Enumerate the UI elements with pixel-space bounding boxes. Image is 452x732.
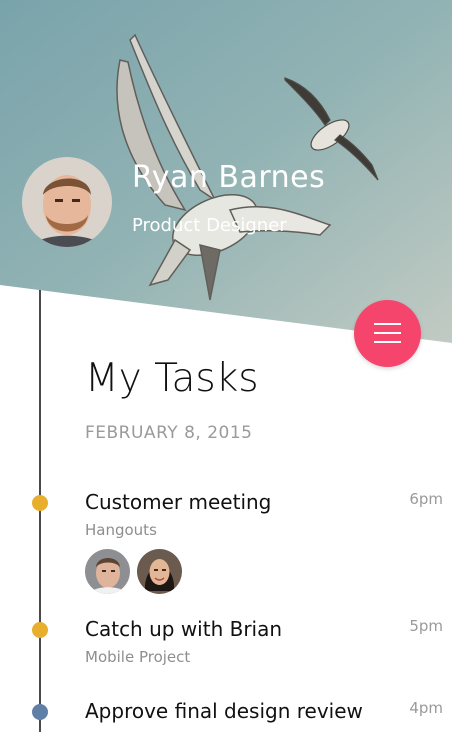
menu-button[interactable] — [354, 300, 421, 367]
attendee-avatar[interactable] — [85, 549, 130, 594]
timeline-dot — [32, 622, 48, 638]
attendee-avatar[interactable] — [137, 549, 182, 594]
timeline-dot — [32, 495, 48, 511]
profile-avatar[interactable] — [22, 157, 112, 247]
profile-name: Ryan Barnes — [132, 160, 326, 195]
page-title: My Tasks — [85, 356, 259, 401]
hamburger-menu-icon — [374, 341, 401, 343]
task-subtitle: Mobile Project — [85, 648, 191, 666]
task-title[interactable]: Catch up with Brian — [85, 617, 282, 641]
task-time: 5pm — [409, 617, 443, 635]
timeline-dot — [32, 704, 48, 720]
hamburger-menu-icon — [374, 332, 401, 334]
hamburger-menu-icon — [374, 323, 401, 325]
page-date: FEBRUARY 8, 2015 — [85, 423, 253, 443]
task-title[interactable]: Customer meeting — [85, 490, 271, 514]
task-time: 6pm — [409, 490, 443, 508]
timeline-line — [39, 290, 41, 732]
task-title[interactable]: Approve final design review — [85, 699, 363, 723]
task-time: 4pm — [409, 699, 443, 717]
profile-role: Product Designer — [132, 215, 287, 236]
task-subtitle: Hangouts — [85, 521, 157, 539]
